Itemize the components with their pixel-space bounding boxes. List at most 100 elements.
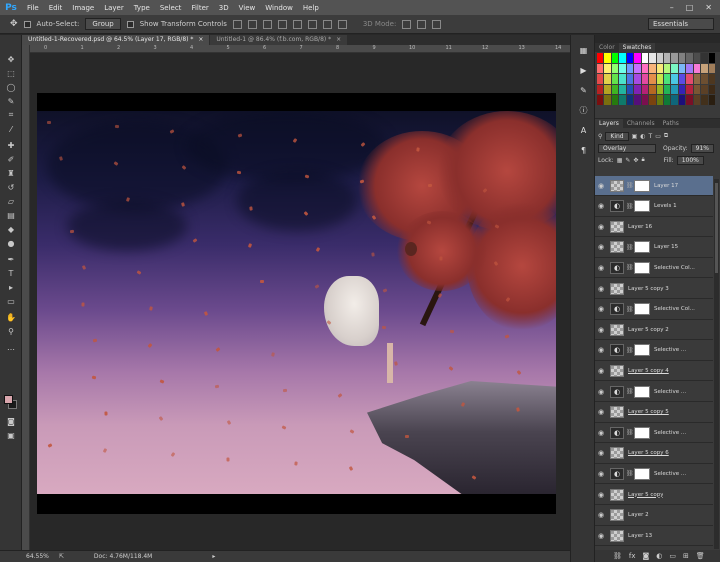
crop-tool-icon[interactable]: ⌗ [4, 109, 18, 121]
tab-close-icon[interactable]: × [198, 36, 203, 43]
color-swatch[interactable] [678, 74, 686, 84]
visibility-eye-icon[interactable]: ◉ [595, 491, 607, 499]
mask-link-icon[interactable]: ⛓ [626, 264, 634, 271]
color-swatch[interactable] [671, 53, 678, 63]
adjustment-layer-icon[interactable]: ◐ [610, 426, 624, 439]
mask-link-icon[interactable]: ⛓ [626, 470, 634, 477]
color-swatch[interactable] [597, 53, 604, 63]
color-swatch[interactable] [634, 95, 641, 105]
layer-thumbnail[interactable] [610, 406, 624, 419]
tab-document-1[interactable]: Untitled-1-Recovered.psd @ 64.5% (Layer … [22, 35, 210, 45]
adjustment-layer-icon[interactable]: ◐ [610, 303, 624, 316]
color-swatch[interactable] [641, 84, 649, 95]
blend-mode-dropdown[interactable]: Overlay [598, 143, 656, 153]
fx-icon[interactable]: fx [629, 552, 636, 560]
visibility-eye-icon[interactable]: ◉ [595, 243, 607, 251]
layer-thumbnail[interactable] [610, 488, 624, 501]
link-icon[interactable]: ⛓ [613, 552, 622, 560]
eraser-tool-icon[interactable]: ▱ [4, 195, 18, 207]
layer-row[interactable]: ◉ Layer 5 copy 6 [595, 444, 713, 464]
quick-select-tool-icon[interactable]: ✎ [4, 95, 18, 107]
menu-image[interactable]: Image [67, 4, 99, 12]
visibility-eye-icon[interactable]: ◉ [595, 511, 607, 519]
color-swatch[interactable] [619, 74, 626, 84]
color-swatch[interactable] [604, 95, 611, 105]
visibility-eye-icon[interactable]: ◉ [595, 429, 607, 437]
color-swatch[interactable] [708, 63, 715, 74]
layer-row[interactable]: ◉ ◐ ⛓ Selective ... [595, 423, 713, 444]
layer-mask-thumbnail[interactable] [634, 385, 650, 398]
color-swatch[interactable] [663, 74, 671, 84]
adjustment-layer-icon[interactable]: ◐ [610, 261, 624, 274]
visibility-eye-icon[interactable]: ◉ [595, 388, 607, 396]
layer-row[interactable]: ◉ Layer 5 copy [595, 485, 713, 505]
visibility-eye-icon[interactable]: ◉ [595, 264, 607, 272]
color-swatch[interactable] [626, 84, 634, 95]
shape-tool-icon[interactable]: ▭ [4, 295, 18, 307]
mask-link-icon[interactable]: ⛓ [626, 244, 634, 251]
visibility-eye-icon[interactable]: ◉ [595, 182, 607, 190]
layer-mask-thumbnail[interactable] [634, 179, 650, 192]
color-swatch[interactable] [701, 53, 708, 63]
tab-color[interactable]: Color [595, 43, 619, 52]
menu-3d[interactable]: 3D [214, 4, 234, 12]
folder-icon[interactable]: ▭ [669, 552, 676, 560]
close-window-button[interactable]: ✕ [705, 3, 712, 12]
color-swatch[interactable] [641, 63, 649, 74]
color-swatch[interactable] [611, 74, 619, 84]
foreground-color-swatch[interactable] [4, 395, 13, 404]
filter-adjustment-icon[interactable]: ◐ [640, 133, 645, 140]
filter-pixel-icon[interactable]: ▣ [632, 133, 638, 140]
layer-row[interactable]: ◉ Layer 5 copy 4 [595, 361, 713, 382]
layer-row[interactable]: ◉ ◐ ⛓ Selective ... [595, 382, 713, 402]
blur-tool-icon[interactable]: ◆ [4, 223, 18, 235]
lock-pixels-icon[interactable]: ▦ [617, 157, 623, 164]
adjustment-layer-icon[interactable]: ◐ [610, 385, 624, 398]
layer-thumbnail[interactable] [610, 282, 624, 295]
marquee-tool-icon[interactable]: ⬚ [4, 67, 18, 79]
visibility-eye-icon[interactable]: ◉ [595, 532, 607, 540]
orbit-3d-icon[interactable] [402, 19, 412, 29]
visibility-eye-icon[interactable]: ◉ [595, 408, 607, 416]
layer-row[interactable]: ◉ Layer 13 [595, 526, 713, 547]
layer-row[interactable]: ◉ ◐ ⛓ Selective ... [595, 341, 713, 361]
color-swatch[interactable] [671, 63, 678, 74]
color-swatch[interactable] [619, 84, 626, 95]
color-swatch[interactable] [693, 74, 701, 84]
mask-link-icon[interactable]: ⛓ [626, 203, 634, 210]
fill-field[interactable]: 100% [676, 155, 704, 165]
maximize-button[interactable]: □ [686, 3, 694, 12]
align-top-icon[interactable] [232, 19, 242, 29]
color-swatch[interactable] [693, 63, 701, 74]
layer-thumbnail[interactable] [610, 241, 624, 254]
history-brush-tool-icon[interactable]: ↺ [4, 181, 18, 193]
layer-row[interactable]: ◉ ⛓ Layer 15 [595, 238, 713, 258]
roll-3d-icon[interactable] [417, 19, 427, 29]
color-swatch[interactable] [686, 84, 693, 95]
color-swatch[interactable] [671, 84, 678, 95]
menu-select[interactable]: Select [155, 4, 187, 12]
export-icon[interactable]: ⇱ [59, 553, 64, 560]
color-swatch[interactable] [634, 84, 641, 95]
color-swatch[interactable] [693, 84, 701, 95]
brushes-panel-icon[interactable]: ✎ [578, 85, 589, 96]
color-swatch[interactable] [693, 53, 701, 63]
color-swatch[interactable] [686, 53, 693, 63]
history-panel-icon[interactable]: ▦ [578, 45, 589, 56]
mask-link-icon[interactable]: ⛓ [626, 347, 634, 354]
color-swatch[interactable] [656, 74, 663, 84]
color-swatch[interactable] [611, 63, 619, 74]
tab-swatches[interactable]: Swatches [618, 43, 656, 52]
pen-tool-icon[interactable]: ✒ [4, 253, 18, 265]
color-swatch[interactable] [634, 74, 641, 84]
layer-row[interactable]: ◉ ◐ ⛓ Selective ... [595, 464, 713, 485]
path-select-tool-icon[interactable]: ▸ [4, 281, 18, 293]
color-swatch[interactable] [597, 84, 604, 95]
color-swatch[interactable] [678, 53, 686, 63]
filter-smart-icon[interactable]: ⧉ [664, 132, 668, 140]
color-swatch[interactable] [663, 95, 671, 105]
layer-thumbnail[interactable] [610, 509, 624, 522]
color-swatch[interactable] [611, 53, 619, 63]
color-swatch[interactable] [701, 95, 708, 105]
visibility-eye-icon[interactable]: ◉ [595, 346, 607, 354]
